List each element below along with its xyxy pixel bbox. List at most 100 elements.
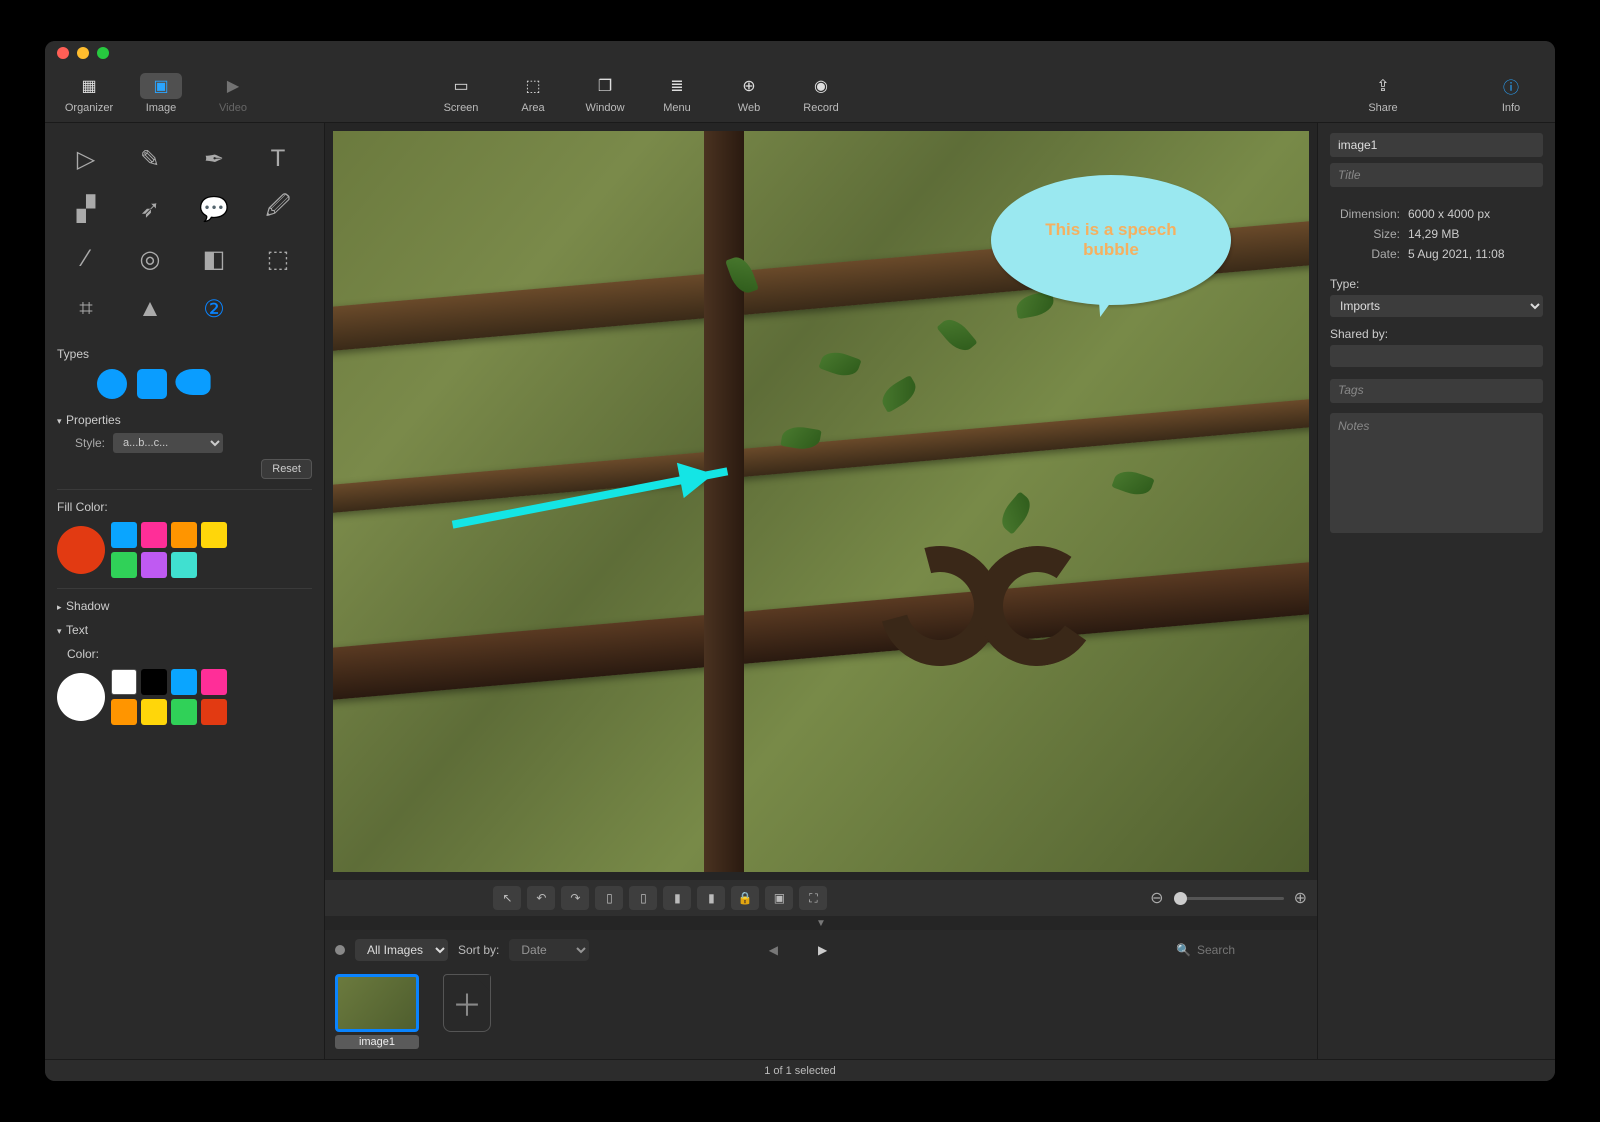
reset-button[interactable]: Reset: [261, 459, 312, 479]
image-button[interactable]: ▣Image: [127, 68, 195, 120]
ctrl-undo-button[interactable]: ↶: [527, 886, 555, 910]
blur-tool-icon: ◎: [140, 245, 161, 274]
ctrl-fullscreen-button[interactable]: ⛶: [799, 886, 827, 910]
ctrl-fit-button[interactable]: ▣: [765, 886, 793, 910]
number-tool[interactable]: ②: [185, 287, 243, 331]
pointer-icon: ↖: [502, 891, 512, 905]
dimension-label: Dimension:: [1330, 207, 1408, 221]
close-icon[interactable]: [57, 47, 69, 59]
properties-disclosure[interactable]: Properties: [57, 413, 312, 427]
text-swatch-4[interactable]: [111, 699, 137, 725]
speech-tool[interactable]: 💬: [185, 187, 243, 231]
prev-image-icon[interactable]: ◀: [769, 943, 778, 957]
menu-button[interactable]: ≣ Menu: [643, 68, 711, 120]
organizer-button[interactable]: ▦Organizer: [55, 68, 123, 120]
text-current-swatch[interactable]: [57, 673, 105, 721]
thumbnail-label: image1: [335, 1035, 419, 1049]
minimize-icon[interactable]: [77, 47, 89, 59]
share-button[interactable]: ⇪Share: [1349, 68, 1417, 120]
fill-swatch-0[interactable]: [111, 522, 137, 548]
next-image-icon[interactable]: ▶: [818, 943, 827, 957]
window-label: Window: [585, 102, 624, 114]
pen-tool[interactable]: ✒: [185, 137, 243, 181]
image-label: Image: [146, 102, 177, 114]
ctrl-lock-button[interactable]: 🔒: [731, 886, 759, 910]
fill-swatch-2[interactable]: [171, 522, 197, 548]
size-value: 14,29 MB: [1408, 227, 1459, 241]
select-tool[interactable]: ▷: [57, 137, 115, 181]
type-select[interactable]: Imports: [1330, 295, 1543, 317]
filename-field[interactable]: [1330, 133, 1543, 157]
text-swatch-7[interactable]: [201, 699, 227, 725]
fill-swatch-4[interactable]: [111, 552, 137, 578]
arrow-tool[interactable]: ➶: [121, 187, 179, 231]
shared-by-field[interactable]: [1330, 345, 1543, 367]
lock-icon: 🔒: [738, 891, 753, 905]
status-bar: 1 of 1 selected: [45, 1059, 1555, 1081]
speech-bubble-annotation[interactable]: This is a speech bubble: [991, 175, 1231, 305]
tags-field[interactable]: Tags: [1330, 379, 1543, 403]
date-value: 5 Aug 2021, 11:08: [1408, 247, 1505, 261]
types-label: Types: [57, 347, 312, 361]
web-button[interactable]: ⊕Web: [715, 68, 783, 120]
fill-current-swatch[interactable]: [57, 526, 105, 574]
text-tool[interactable]: T: [249, 137, 307, 181]
crop-tool[interactable]: ⌗: [57, 287, 115, 331]
menu-icon: ≣: [656, 73, 698, 99]
zoom-in-icon[interactable]: ⊕: [1294, 888, 1307, 908]
zoom-control: ⊖ ⊕: [1150, 888, 1307, 908]
window-button[interactable]: ❐Window: [571, 68, 639, 120]
eraser-tool[interactable]: ◧: [185, 237, 243, 281]
shapes-tool[interactable]: ▞: [57, 187, 115, 231]
area-button[interactable]: ⬚Area: [499, 68, 567, 120]
text-swatch-1[interactable]: [141, 669, 167, 695]
pencil-tool[interactable]: ✎: [121, 137, 179, 181]
filter-dot-icon[interactable]: [335, 945, 345, 955]
fill-swatch-6[interactable]: [171, 552, 197, 578]
pane-divider[interactable]: ▼: [325, 916, 1317, 930]
type-circle[interactable]: [97, 369, 127, 399]
text-swatch-6[interactable]: [171, 699, 197, 725]
highlighter-tool[interactable]: 🖉: [249, 187, 307, 231]
ctrl-layer-front2-button[interactable]: ▮: [697, 886, 725, 910]
fill-swatch-3[interactable]: [201, 522, 227, 548]
thumbnail-image1[interactable]: image1: [335, 974, 419, 1049]
info-button[interactable]: ⓘInfo: [1477, 68, 1545, 120]
fill-swatch-1[interactable]: [141, 522, 167, 548]
ctrl-layer-back-button[interactable]: ▯: [595, 886, 623, 910]
marquee-tool[interactable]: ⬚: [249, 237, 307, 281]
text-disclosure[interactable]: Text: [57, 623, 312, 637]
search-input[interactable]: [1197, 943, 1307, 957]
type-pointer[interactable]: [175, 369, 210, 395]
blur-tool[interactable]: ◎: [121, 237, 179, 281]
text-swatch-5[interactable]: [141, 699, 167, 725]
text-swatch-2[interactable]: [171, 669, 197, 695]
filter-select[interactable]: All Images: [355, 939, 448, 961]
share-label: Share: [1368, 102, 1397, 114]
style-select[interactable]: a...b...c...: [113, 433, 223, 453]
zoom-out-icon[interactable]: ⊖: [1150, 888, 1163, 908]
menu-label: Menu: [663, 102, 691, 114]
text-swatch-0[interactable]: [111, 669, 137, 695]
ctrl-layer-back2-button[interactable]: ▯: [629, 886, 657, 910]
title-field[interactable]: [1330, 163, 1543, 187]
window-controls: [57, 47, 109, 59]
cone-tool[interactable]: ▲: [121, 287, 179, 331]
line-tool[interactable]: ∕: [57, 237, 115, 281]
ctrl-layer-front-button[interactable]: ▮: [663, 886, 691, 910]
text-swatch-3[interactable]: [201, 669, 227, 695]
ctrl-pointer-button[interactable]: ↖: [493, 886, 521, 910]
sort-select[interactable]: Date: [509, 939, 589, 961]
notes-field[interactable]: Notes: [1330, 413, 1543, 533]
zoom-slider[interactable]: [1174, 897, 1284, 900]
shadow-disclosure[interactable]: Shadow: [57, 599, 312, 613]
screen-button[interactable]: ▭Screen: [427, 68, 495, 120]
record-button[interactable]: ◉Record: [787, 68, 855, 120]
canvas[interactable]: This is a speech bubble: [333, 131, 1309, 872]
ctrl-redo-button[interactable]: ↷: [561, 886, 589, 910]
zoom-icon[interactable]: [97, 47, 109, 59]
type-rounded-square[interactable]: [137, 369, 167, 399]
add-image-button[interactable]: ＋: [443, 974, 491, 1032]
fill-swatch-5[interactable]: [141, 552, 167, 578]
video-icon: ▶: [212, 73, 254, 99]
